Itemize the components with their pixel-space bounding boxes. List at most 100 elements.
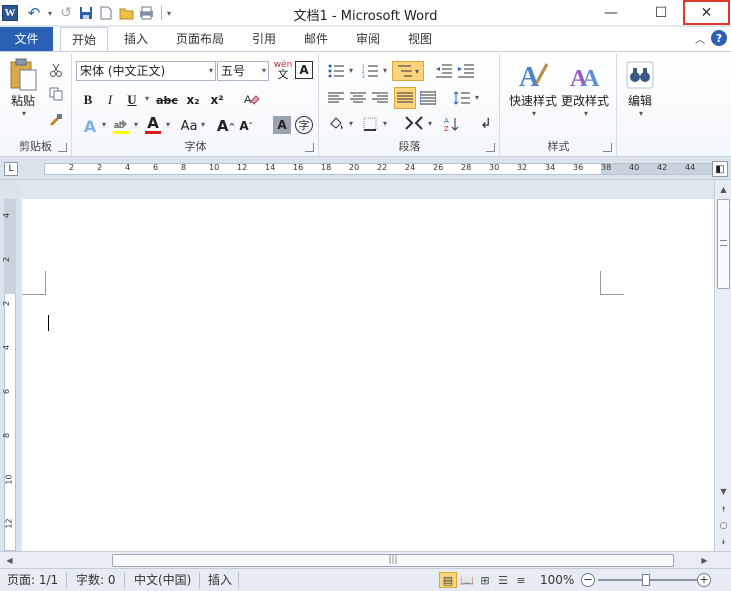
minimize-ribbon-icon[interactable]: ︿ (695, 31, 705, 46)
zoom-slider-thumb[interactable] (642, 574, 650, 586)
help-icon[interactable]: ? (711, 30, 727, 46)
numbering-icon[interactable]: 123 (360, 62, 380, 80)
font-name-dropdown-icon[interactable]: ▾ (209, 62, 213, 80)
scroll-right-icon[interactable]: ▶ (697, 553, 712, 568)
numbering-dropdown-icon[interactable]: ▾ (383, 66, 387, 75)
character-border-button[interactable]: A (295, 61, 313, 79)
horizontal-scroll-thumb[interactable]: ||| (112, 554, 674, 567)
web-layout-view-icon[interactable]: ⊞ (476, 572, 494, 588)
ruler-strip[interactable]: 2 2 4 6 8 10 12 14 16 18 20 22 24 26 28 30 32 34 36 38 40 42 4… (44, 163, 723, 175)
distributed-icon[interactable] (418, 89, 438, 107)
line-spacing-dropdown-icon[interactable]: ▾ (475, 93, 479, 102)
font-name-combo[interactable]: 宋体 (中文正文) ▾ (76, 61, 216, 81)
multilevel-list-icon[interactable]: ▾ (392, 61, 424, 81)
maximize-button[interactable]: ☐ (638, 0, 684, 26)
zoom-level[interactable]: 100% (540, 572, 574, 589)
font-size-combo[interactable]: 五号 ▾ (217, 61, 269, 81)
character-shading-button[interactable]: A (273, 116, 291, 134)
select-browse-object-icon[interactable]: ○ (716, 518, 731, 533)
clear-formatting-icon[interactable]: A (241, 90, 263, 110)
font-launcher-icon[interactable] (305, 143, 314, 152)
next-page-icon[interactable]: ⯯ (716, 534, 731, 549)
tab-review[interactable]: 审阅 (346, 27, 390, 51)
tab-mailings[interactable]: 邮件 (294, 27, 338, 51)
page-count[interactable]: 页面: 1/1 (7, 572, 58, 589)
print-layout-view-icon[interactable]: ▤ (439, 572, 457, 588)
vertical-scrollbar[interactable]: ▲ ▼ ⯭ ○ ⯯ (714, 181, 731, 551)
bullets-icon[interactable] (326, 62, 346, 80)
align-left-icon[interactable] (326, 89, 346, 107)
word-count[interactable]: 字数: 0 (76, 572, 116, 589)
phonetic-guide-button[interactable]: wén 文 (273, 60, 293, 81)
zoom-in-button[interactable]: + (697, 573, 711, 587)
insert-mode[interactable]: 插入 (208, 572, 232, 589)
zoom-out-button[interactable]: − (581, 573, 595, 587)
highlight-color-icon[interactable]: ab (111, 116, 131, 136)
borders-dropdown-icon[interactable]: ▾ (383, 119, 387, 128)
highlight-dropdown-icon[interactable]: ▾ (134, 120, 138, 129)
subscript-button[interactable]: x₂ (183, 91, 203, 109)
full-screen-reading-view-icon[interactable]: 📖 (458, 572, 476, 588)
font-color-dropdown-icon[interactable]: ▾ (166, 120, 170, 129)
change-case-button[interactable]: Aa (177, 116, 201, 136)
align-center-icon[interactable] (348, 89, 368, 107)
text-effects-icon[interactable]: A (79, 116, 101, 136)
shading-icon[interactable] (326, 114, 346, 134)
line-spacing-icon[interactable] (452, 89, 472, 107)
bold-button[interactable]: B (79, 91, 97, 109)
language[interactable]: 中文(中国) (134, 572, 191, 589)
tab-file[interactable]: 文件 (0, 27, 53, 51)
view-ruler-icon[interactable]: ◧ (712, 161, 728, 177)
quick-styles-button[interactable]: A 快速样式 ▾ (507, 58, 559, 118)
chinese-layout-dropdown-icon[interactable]: ▾ (428, 119, 432, 128)
paragraph-launcher-icon[interactable] (486, 143, 495, 152)
bullets-dropdown-icon[interactable]: ▾ (349, 66, 353, 75)
vertical-scroll-thumb[interactable] (717, 199, 730, 289)
change-case-dropdown-icon[interactable]: ▾ (201, 120, 205, 129)
underline-button[interactable]: U (123, 91, 141, 109)
shading-dropdown-icon[interactable]: ▾ (349, 119, 353, 128)
text-effects-dropdown-icon[interactable]: ▾ (102, 120, 106, 129)
chinese-layout-icon[interactable] (402, 112, 426, 134)
tab-page-layout[interactable]: 页面布局 (168, 27, 232, 51)
previous-page-icon[interactable]: ⯭ (716, 502, 731, 517)
font-size-dropdown-icon[interactable]: ▾ (262, 62, 266, 80)
paste-dropdown-icon[interactable]: ▾ (8, 109, 40, 118)
format-painter-icon[interactable] (48, 112, 64, 128)
italic-button[interactable]: I (101, 91, 119, 109)
font-color-button[interactable]: A (143, 114, 163, 136)
cut-icon[interactable] (48, 62, 64, 78)
tab-selector-icon[interactable]: L (4, 162, 18, 176)
change-styles-button[interactable]: A A 更改样式 ▾ (559, 58, 611, 118)
document-page[interactable] (22, 199, 714, 551)
scroll-up-icon[interactable]: ▲ (716, 182, 731, 197)
outline-view-icon[interactable]: ☰ (494, 572, 512, 588)
editing-button[interactable]: 编辑 ▾ (622, 58, 658, 118)
grow-font-button[interactable]: A ^ (217, 116, 235, 136)
draft-view-icon[interactable]: ≡ (512, 572, 530, 588)
shrink-font-button[interactable]: Aˇ (237, 116, 255, 136)
align-right-icon[interactable] (370, 89, 390, 107)
sort-icon[interactable]: AZ (442, 114, 462, 134)
horizontal-scrollbar[interactable]: ◀ ||| ▶ (0, 551, 731, 568)
strikethrough-button[interactable]: abc (155, 91, 179, 109)
styles-launcher-icon[interactable] (603, 143, 612, 152)
clipboard-launcher-icon[interactable] (58, 143, 67, 152)
scroll-left-icon[interactable]: ◀ (2, 553, 17, 568)
paste-button[interactable]: 粘贴 ▾ (6, 58, 40, 118)
decrease-indent-icon[interactable] (434, 62, 454, 80)
minimize-button[interactable]: — (588, 0, 634, 26)
copy-icon[interactable] (48, 86, 64, 102)
tab-home[interactable]: 开始 (60, 27, 108, 52)
tab-references[interactable]: 引用 (242, 27, 286, 51)
enclose-characters-button[interactable]: 字 (295, 116, 313, 134)
tab-view[interactable]: 视图 (398, 27, 442, 51)
increase-indent-icon[interactable] (456, 62, 476, 80)
justify-icon[interactable] (394, 87, 416, 109)
show-marks-icon[interactable]: ↲ (476, 114, 496, 134)
borders-icon[interactable] (360, 114, 380, 134)
underline-dropdown-icon[interactable]: ▾ (145, 94, 149, 103)
close-button[interactable]: ✕ (683, 0, 730, 25)
tab-insert[interactable]: 插入 (114, 27, 158, 51)
scroll-down-icon[interactable]: ▼ (716, 484, 731, 499)
